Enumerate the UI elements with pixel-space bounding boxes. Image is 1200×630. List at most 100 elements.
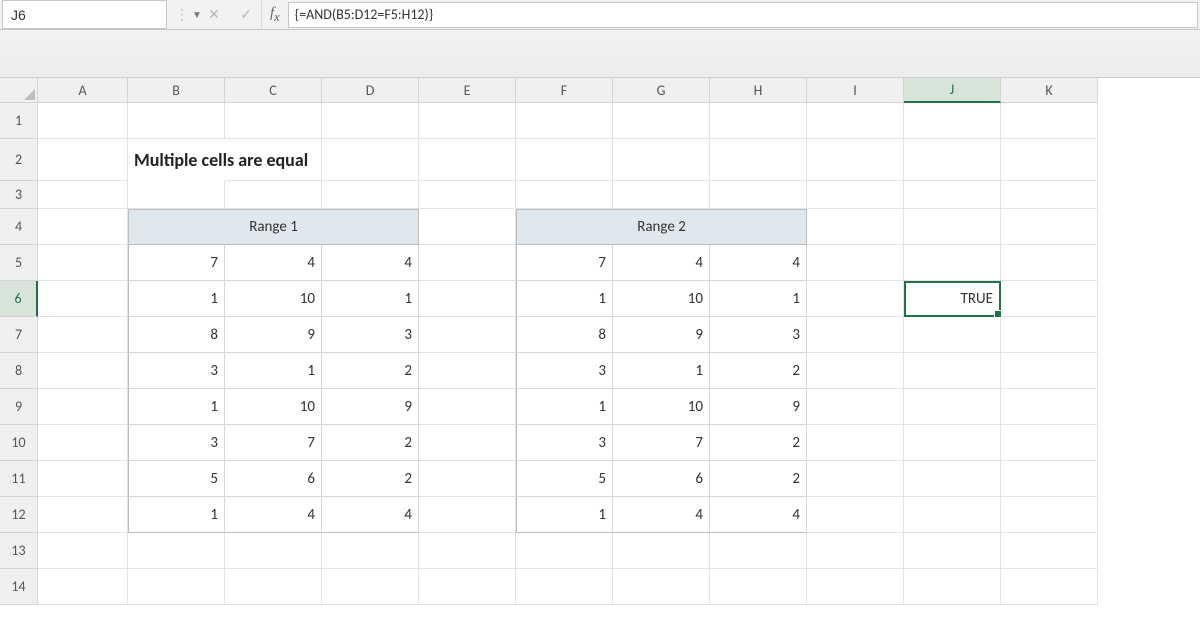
cell-C7[interactable]: 9 bbox=[225, 317, 322, 353]
cell-H10[interactable]: 2 bbox=[710, 425, 807, 461]
cell-K12[interactable] bbox=[1001, 497, 1098, 533]
cell-J5[interactable] bbox=[904, 245, 1001, 281]
cell-G7[interactable]: 9 bbox=[613, 317, 710, 353]
cell-C1[interactable] bbox=[225, 103, 322, 139]
cell-B7[interactable]: 8 bbox=[128, 317, 225, 353]
cell-J11[interactable] bbox=[904, 461, 1001, 497]
cell-D14[interactable] bbox=[322, 569, 419, 605]
cell-G6[interactable]: 10 bbox=[613, 281, 710, 317]
cell-E2[interactable] bbox=[419, 139, 516, 181]
cell-C4[interactable]: Range 1 bbox=[225, 209, 322, 245]
cell-C6[interactable]: 10 bbox=[225, 281, 322, 317]
cell-B6[interactable]: 1 bbox=[128, 281, 225, 317]
name-box[interactable] bbox=[11, 1, 192, 28]
row-header-11[interactable]: 11 bbox=[0, 461, 38, 497]
row-header-14[interactable]: 14 bbox=[0, 569, 38, 605]
cell-A3[interactable] bbox=[38, 181, 128, 209]
cell-B5[interactable]: 7 bbox=[128, 245, 225, 281]
cell-B10[interactable]: 3 bbox=[128, 425, 225, 461]
cell-A1[interactable] bbox=[38, 103, 128, 139]
cell-D13[interactable] bbox=[322, 533, 419, 569]
cell-I13[interactable] bbox=[807, 533, 904, 569]
cell-G13[interactable] bbox=[613, 533, 710, 569]
cell-K3[interactable] bbox=[1001, 181, 1098, 209]
cell-A14[interactable] bbox=[38, 569, 128, 605]
cell-I11[interactable] bbox=[807, 461, 904, 497]
column-header-K[interactable]: K bbox=[1001, 78, 1098, 103]
cell-D2[interactable] bbox=[322, 139, 419, 181]
cell-D11[interactable]: 2 bbox=[322, 461, 419, 497]
cell-I12[interactable] bbox=[807, 497, 904, 533]
cell-F1[interactable] bbox=[516, 103, 613, 139]
cell-E7[interactable] bbox=[419, 317, 516, 353]
cell-J8[interactable] bbox=[904, 353, 1001, 389]
cell-A7[interactable] bbox=[38, 317, 128, 353]
cell-A2[interactable] bbox=[38, 139, 128, 181]
cell-H12[interactable]: 4 bbox=[710, 497, 807, 533]
row-header-5[interactable]: 5 bbox=[0, 245, 38, 281]
name-box-container[interactable]: ▼ bbox=[2, 0, 167, 29]
cell-A12[interactable] bbox=[38, 497, 128, 533]
cell-E13[interactable] bbox=[419, 533, 516, 569]
cell-D3[interactable] bbox=[322, 181, 419, 209]
cell-I1[interactable] bbox=[807, 103, 904, 139]
cell-F5[interactable]: 7 bbox=[516, 245, 613, 281]
cell-C8[interactable]: 1 bbox=[225, 353, 322, 389]
cell-B2[interactable]: Multiple cells are equal bbox=[128, 139, 225, 181]
cell-J3[interactable] bbox=[904, 181, 1001, 209]
cell-B13[interactable] bbox=[128, 533, 225, 569]
cell-K1[interactable] bbox=[1001, 103, 1098, 139]
cell-B4[interactable] bbox=[128, 209, 225, 245]
cell-F11[interactable]: 5 bbox=[516, 461, 613, 497]
column-header-C[interactable]: C bbox=[225, 78, 322, 103]
cell-B9[interactable]: 1 bbox=[128, 389, 225, 425]
cell-F7[interactable]: 8 bbox=[516, 317, 613, 353]
cell-I9[interactable] bbox=[807, 389, 904, 425]
cell-I2[interactable] bbox=[807, 139, 904, 181]
cell-F13[interactable] bbox=[516, 533, 613, 569]
cell-J9[interactable] bbox=[904, 389, 1001, 425]
cell-A5[interactable] bbox=[38, 245, 128, 281]
cell-D5[interactable]: 4 bbox=[322, 245, 419, 281]
cell-K6[interactable] bbox=[1001, 281, 1098, 317]
cell-H3[interactable] bbox=[710, 181, 807, 209]
row-header-2[interactable]: 2 bbox=[0, 139, 38, 181]
row-header-3[interactable]: 3 bbox=[0, 181, 38, 209]
cell-H7[interactable]: 3 bbox=[710, 317, 807, 353]
cell-E4[interactable] bbox=[419, 209, 516, 245]
cell-B14[interactable] bbox=[128, 569, 225, 605]
accept-icon[interactable]: ✓ bbox=[239, 6, 253, 23]
cell-K4[interactable] bbox=[1001, 209, 1098, 245]
cell-F10[interactable]: 3 bbox=[516, 425, 613, 461]
cell-F4[interactable] bbox=[516, 209, 613, 245]
row-header-10[interactable]: 10 bbox=[0, 425, 38, 461]
cell-E6[interactable] bbox=[419, 281, 516, 317]
column-header-E[interactable]: E bbox=[419, 78, 516, 103]
cell-G10[interactable]: 7 bbox=[613, 425, 710, 461]
cell-I5[interactable] bbox=[807, 245, 904, 281]
cell-C10[interactable]: 7 bbox=[225, 425, 322, 461]
cell-H5[interactable]: 4 bbox=[710, 245, 807, 281]
cell-D7[interactable]: 3 bbox=[322, 317, 419, 353]
cell-E1[interactable] bbox=[419, 103, 516, 139]
cell-B3[interactable] bbox=[128, 181, 225, 209]
column-header-A[interactable]: A bbox=[38, 78, 128, 103]
cell-D9[interactable]: 9 bbox=[322, 389, 419, 425]
cell-G9[interactable]: 10 bbox=[613, 389, 710, 425]
cell-A6[interactable] bbox=[38, 281, 128, 317]
selected-cell[interactable]: TRUE bbox=[904, 281, 1001, 317]
cell-A8[interactable] bbox=[38, 353, 128, 389]
cell-H11[interactable]: 2 bbox=[710, 461, 807, 497]
cell-H8[interactable]: 2 bbox=[710, 353, 807, 389]
cell-H14[interactable] bbox=[710, 569, 807, 605]
cell-K10[interactable] bbox=[1001, 425, 1098, 461]
cell-I4[interactable] bbox=[807, 209, 904, 245]
row-header-4[interactable]: 4 bbox=[0, 209, 38, 245]
select-all-corner[interactable] bbox=[0, 78, 38, 103]
cell-D12[interactable]: 4 bbox=[322, 497, 419, 533]
cell-G2[interactable] bbox=[613, 139, 710, 181]
cell-C12[interactable]: 4 bbox=[225, 497, 322, 533]
row-header-9[interactable]: 9 bbox=[0, 389, 38, 425]
cell-E3[interactable] bbox=[419, 181, 516, 209]
row-header-6[interactable]: 6 bbox=[0, 281, 38, 317]
